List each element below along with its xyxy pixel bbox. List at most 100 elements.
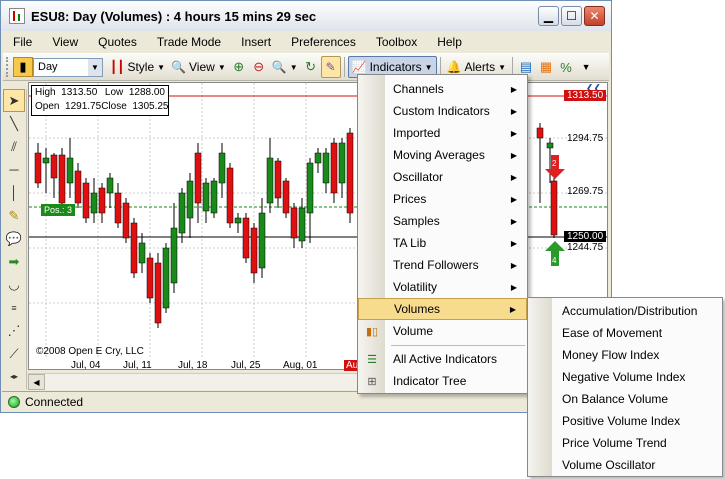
menu-help[interactable]: Help [427,32,472,52]
menu-quotes[interactable]: Quotes [88,32,147,52]
submenu-arrow-icon: ▶ [510,194,517,204]
menu-item-volatility[interactable]: Volatility ▶ [358,276,527,298]
high-label: High [35,87,56,98]
submenu-arrow-icon: ▶ [509,304,516,314]
scroll-left-button[interactable]: ◀ [28,374,45,390]
menu-item-all-active-indicators[interactable]: ☰ All Active Indicators [358,348,527,370]
close-button[interactable]: ✕ [584,6,605,26]
menu-item-volumes[interactable]: Volumes ▶ [358,298,527,320]
candle-body [282,180,290,214]
submenu-item-positive-volume-index[interactable]: Positive Volume Index [562,410,680,432]
price-label-1: 1294.75 [567,133,604,144]
menu-item-custom-indicators[interactable]: Custom Indicators ▶ [358,100,527,122]
submenu-item-on-balance-volume[interactable]: On Balance Volume [562,388,668,410]
menu-separator [391,345,525,346]
horizontal-line-tool-icon[interactable]: ─ [3,158,25,181]
menu-insert[interactable]: Insert [231,32,281,52]
open-value: 1291.75 [65,101,102,112]
menu-item-label: Volume [393,324,434,338]
gann-tool-icon[interactable]: ⋰ [3,319,25,342]
fan-tool-icon[interactable]: ⟋ [3,342,25,365]
candle-body [306,162,314,214]
menu-item-moving-averages[interactable]: Moving Averages ▶ [358,144,527,166]
candle-body [114,192,122,224]
candle-body [90,192,98,214]
percent-icon[interactable]: % [556,57,576,77]
parallel-lines-tool-icon[interactable]: ⫽ [3,135,25,158]
callout-tool-icon[interactable]: 💬 [3,227,25,250]
submenu-item-accumulation-distribution[interactable]: Accumulation/Distribution [562,300,697,322]
note-tool-icon[interactable]: ✎ [3,204,25,227]
zoom-in-icon[interactable]: ⊕ [229,57,249,77]
menu-file[interactable]: File [3,32,42,52]
refresh-icon[interactable]: ↻ [301,57,321,77]
list-icon: ☰ [367,353,377,366]
candle-body [66,157,74,184]
submenu-item-negative-volume-index[interactable]: Negative Volume Index [562,366,685,388]
minimize-button[interactable]: ▁ [538,6,559,26]
draw-mode-icon[interactable]: ✎ [320,56,341,78]
menu-item-trend-followers[interactable]: Trend Followers ▶ [358,254,527,276]
menu-item-indicator-tree[interactable]: ⊞ Indicator Tree [358,370,527,392]
submenu-arrow-icon: ▶ [510,172,517,182]
pointer-tool-icon[interactable]: ➤ [3,89,25,112]
copyright-text: ©2008 Open E Cry, LLC [36,346,144,357]
menu-item-samples[interactable]: Samples ▶ [358,210,527,232]
sell-arrow[interactable]: 2 [545,155,565,179]
menu-bar: File View Quotes Trade Mode Insert Prefe… [3,32,609,52]
line-tool-icon[interactable]: ╲ [3,112,25,135]
menu-item-label: Oscillator [393,170,444,184]
menu-item-channels[interactable]: Channels ▶ [358,78,527,100]
menu-item-imported[interactable]: Imported ▶ [358,122,527,144]
menu-item-label: TA Lib [393,236,427,250]
menu-item-label: Indicator Tree [393,374,467,388]
menu-preferences[interactable]: Preferences [281,32,366,52]
title-bar[interactable]: ESU8: Day (Volumes) : 4 hours 15 mins 29… [1,1,611,31]
arc-tool-icon[interactable]: ◡ [3,273,25,296]
vertical-line-tool-icon[interactable]: │ [3,181,25,204]
toolbar-grip[interactable] [6,57,10,77]
candle-body [106,177,114,194]
style-button[interactable]: ┃┃ Style ▼ [107,56,168,78]
menu-trade-mode[interactable]: Trade Mode [147,32,231,52]
indicators-label: Indicators [369,60,422,74]
candle-body [218,152,226,184]
drawing-tools-panel: ➤ ╲ ⫽ ─ │ ✎ 💬 ➡ ◡ ≡ ⋰ ⟋ ◂▸ [3,89,27,389]
submenu-item-price-volume-trend[interactable]: Price Volume Trend [562,432,667,454]
submenu-item-volume-oscillator[interactable]: Volume Oscillator [562,454,655,476]
fibonacci-tool-icon[interactable]: ≡ [3,296,25,319]
maximize-button[interactable]: ☐ [561,6,582,26]
buy-arrow[interactable]: 4 [545,241,565,266]
menu-item-label: Volatility [393,280,438,294]
menu-view[interactable]: View [42,32,88,52]
zoom-dropdown-button[interactable]: 🔍 ▼ [269,56,301,78]
submenu-arrow-icon: ▶ [510,84,517,94]
candle-body [550,180,558,236]
color-scheme-icon[interactable]: ▦ [536,57,556,77]
symbol-icon[interactable]: ▮ [13,57,33,77]
view-button[interactable]: 🔍 View ▼ [168,56,229,78]
menu-item-prices[interactable]: Prices ▶ [358,188,527,210]
toolbar-separator [343,57,345,77]
menu-item-label: Channels [393,82,444,96]
menu-item-oscillator[interactable]: Oscillator ▶ [358,166,527,188]
submenu-item-money-flow-index[interactable]: Money Flow Index [562,344,659,366]
submenu-item-ease-of-movement[interactable]: Ease of Movement [562,322,662,344]
toolbar-overflow-icon[interactable]: ▼ [576,57,596,77]
indicators-dropdown: Channels ▶ Custom Indicators ▶ Imported … [357,74,528,394]
submenu-arrow-icon: ▶ [510,150,517,160]
app-chart-icon [9,8,25,24]
submenu-arrow-icon: ▶ [510,216,517,226]
arrow-tool-icon[interactable]: ➡ [3,250,25,273]
close-value: 1305.25 [132,101,169,112]
menu-toolbox[interactable]: Toolbox [366,32,427,52]
period-select[interactable]: Day ▼ [33,57,103,77]
submenu-arrow-icon: ▶ [510,238,517,248]
menu-item-ta-lib[interactable]: TA Lib ▶ [358,232,527,254]
candle-body [98,187,106,214]
status-bar: Connected [2,391,611,412]
close-label: Close [101,101,127,112]
menu-item-volume[interactable]: ▮▯ Volume [358,320,527,342]
zoom-out-icon[interactable]: ⊖ [249,57,269,77]
panel-scroll-icon[interactable]: ◂▸ [3,365,25,388]
